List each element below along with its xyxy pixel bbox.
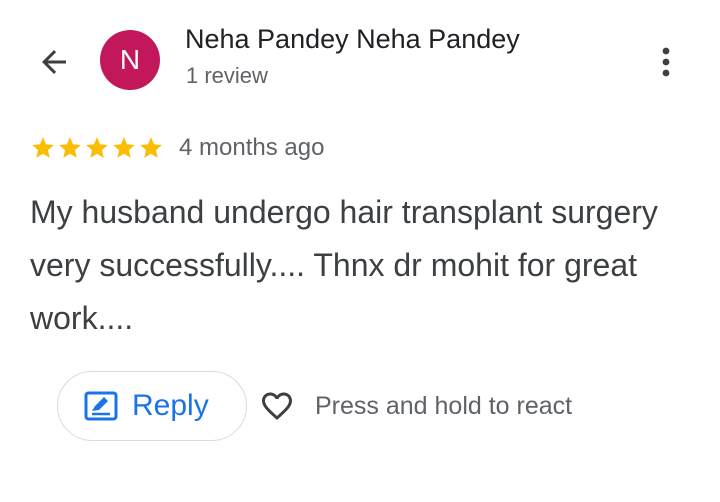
heart-outline-icon bbox=[262, 392, 292, 421]
review-header: N Neha Pandey Neha Pandey 1 review bbox=[0, 0, 720, 110]
arrow-back-icon bbox=[42, 50, 66, 74]
review-text: My husband undergo hair transplant surge… bbox=[30, 194, 658, 336]
react-hint: Press and hold to react bbox=[315, 391, 573, 420]
star-icon bbox=[140, 137, 162, 158]
reply-edit-icon bbox=[84, 391, 118, 421]
more-options-button[interactable] bbox=[646, 38, 686, 86]
back-button[interactable] bbox=[30, 38, 78, 86]
reply-button[interactable]: Reply bbox=[57, 371, 247, 441]
reviewer-name[interactable]: Neha Pandey Neha Pandey bbox=[185, 24, 520, 55]
reply-label: Reply bbox=[132, 389, 209, 422]
rating-row: 4 months ago bbox=[30, 130, 324, 166]
more-vert-icon bbox=[662, 47, 670, 77]
star-icon bbox=[59, 137, 81, 158]
star-icon bbox=[32, 137, 54, 158]
avatar[interactable]: N bbox=[100, 30, 160, 90]
review-count: 1 review bbox=[186, 63, 268, 88]
star-icon bbox=[113, 137, 135, 158]
react-button[interactable] bbox=[257, 386, 297, 426]
star-rating bbox=[30, 135, 165, 161]
star-icon bbox=[86, 137, 108, 158]
review-time: 4 months ago bbox=[179, 134, 325, 161]
avatar-letter: N bbox=[119, 44, 141, 75]
review-actions: Reply Press and hold to react bbox=[57, 370, 572, 442]
